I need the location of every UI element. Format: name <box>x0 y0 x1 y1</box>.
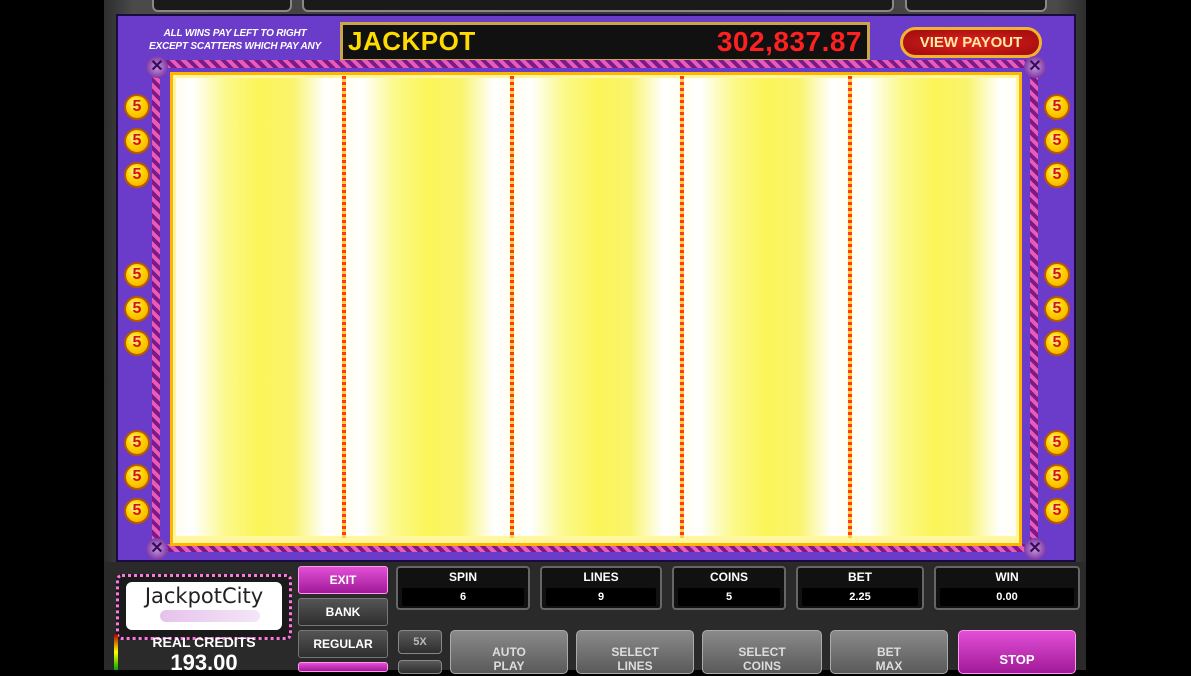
corner-knot-icon: ✕ <box>1024 538 1046 560</box>
spin-value: 6 <box>402 588 524 606</box>
jackpot-label: JACKPOT <box>348 26 476 56</box>
auto-play-button[interactable]: AUTO PLAY <box>450 630 568 674</box>
line-marker-left[interactable]: 5 <box>124 94 150 120</box>
spin-label: SPIN <box>448 570 477 584</box>
bet-value: 2.25 <box>802 588 918 606</box>
select-lines-button[interactable]: SELECT LINES <box>576 630 694 674</box>
extra-mode-button[interactable] <box>298 662 388 672</box>
select-lines-label-1: SELECT <box>611 645 659 659</box>
secondary-small-button[interactable] <box>398 660 442 674</box>
lines-value: 9 <box>546 588 656 606</box>
bank-button[interactable]: BANK <box>298 598 388 626</box>
reel-4 <box>684 78 848 536</box>
top-title-bar <box>302 0 894 12</box>
real-credits-value: 193.00 <box>170 650 238 675</box>
bet-label: BET <box>848 570 872 584</box>
line-marker-left[interactable]: 5 <box>124 430 150 456</box>
bet-max-button[interactable]: BET MAX <box>830 630 948 674</box>
win-value: 0.00 <box>940 588 1074 606</box>
line-marker-left[interactable]: 5 <box>124 296 150 322</box>
lines-label: LINES <box>583 570 619 584</box>
view-payout-button[interactable]: VIEW PAYOUT <box>900 27 1042 58</box>
lines-stat: LINES 9 <box>540 566 662 610</box>
casino-logo: JackpotCity <box>144 584 264 608</box>
regular-button[interactable]: REGULAR <box>298 630 388 658</box>
bet-max-label-2: MAX <box>875 659 903 673</box>
line-marker-right[interactable]: 5 <box>1044 94 1070 120</box>
stop-button[interactable]: STOP <box>958 630 1076 674</box>
win-stat: WIN 0.00 <box>934 566 1080 610</box>
corner-knot-icon: ✕ <box>146 56 168 78</box>
line-marker-right[interactable]: 5 <box>1044 128 1070 154</box>
reel-2 <box>346 78 510 536</box>
pay-rules-line-1: ALL WINS PAY LEFT TO RIGHT <box>163 28 307 39</box>
select-coins-label-1: SELECT <box>738 645 786 659</box>
line-marker-right[interactable]: 5 <box>1044 498 1070 524</box>
reel-separator <box>342 76 346 538</box>
corner-knot-icon: ✕ <box>1024 56 1046 78</box>
top-menu-button-right[interactable] <box>905 0 1047 12</box>
line-marker-right[interactable]: 5 <box>1044 464 1070 490</box>
line-marker-right[interactable]: 5 <box>1044 262 1070 288</box>
jackpot-amount: 302,837.87 <box>716 26 862 57</box>
coins-label: COINS <box>709 570 748 584</box>
select-coins-button[interactable]: SELECT COINS <box>702 630 822 674</box>
spin-stat: SPIN 6 <box>396 566 530 610</box>
line-marker-right[interactable]: 5 <box>1044 430 1070 456</box>
reel-separator <box>510 76 514 538</box>
line-marker-right[interactable]: 5 <box>1044 162 1070 188</box>
multiplier-button[interactable]: 5X <box>398 630 442 654</box>
bet-max-label-1: BET <box>877 645 901 659</box>
line-marker-right[interactable]: 5 <box>1044 330 1070 356</box>
line-marker-left[interactable]: 5 <box>124 162 150 188</box>
select-lines-label-2: LINES <box>617 659 653 673</box>
auto-play-label-2: PLAY <box>493 659 525 673</box>
casino-logo-tagline <box>160 610 260 622</box>
line-marker-right[interactable]: 5 <box>1044 296 1070 322</box>
reel-5 <box>852 78 1016 536</box>
top-menu-button-left[interactable] <box>152 0 292 12</box>
select-coins-label-2: COINS <box>742 659 781 673</box>
reel-3 <box>514 78 680 536</box>
line-marker-left[interactable]: 5 <box>124 330 150 356</box>
reel-separator <box>680 76 684 538</box>
corner-knot-icon: ✕ <box>146 538 168 560</box>
line-marker-left[interactable]: 5 <box>124 464 150 490</box>
line-marker-left[interactable]: 5 <box>124 128 150 154</box>
coins-value: 5 <box>678 588 780 606</box>
exit-button[interactable]: EXIT <box>298 566 388 594</box>
line-marker-left[interactable]: 5 <box>124 498 150 524</box>
bet-stat: BET 2.25 <box>796 566 924 610</box>
reel-1 <box>176 78 342 536</box>
win-label: WIN <box>995 570 1019 584</box>
pay-rules-text: ALL WINS PAY LEFT TO RIGHT EXCEPT SCATTE… <box>140 27 330 53</box>
line-marker-left[interactable]: 5 <box>124 262 150 288</box>
real-credits-label: REAL CREDITS <box>152 634 256 650</box>
pay-rules-line-2: EXCEPT SCATTERS WHICH PAY ANY <box>149 41 321 52</box>
coins-stat: COINS 5 <box>672 566 786 610</box>
auto-play-label-1: AUTO <box>492 645 526 659</box>
reel-separator <box>848 76 852 538</box>
